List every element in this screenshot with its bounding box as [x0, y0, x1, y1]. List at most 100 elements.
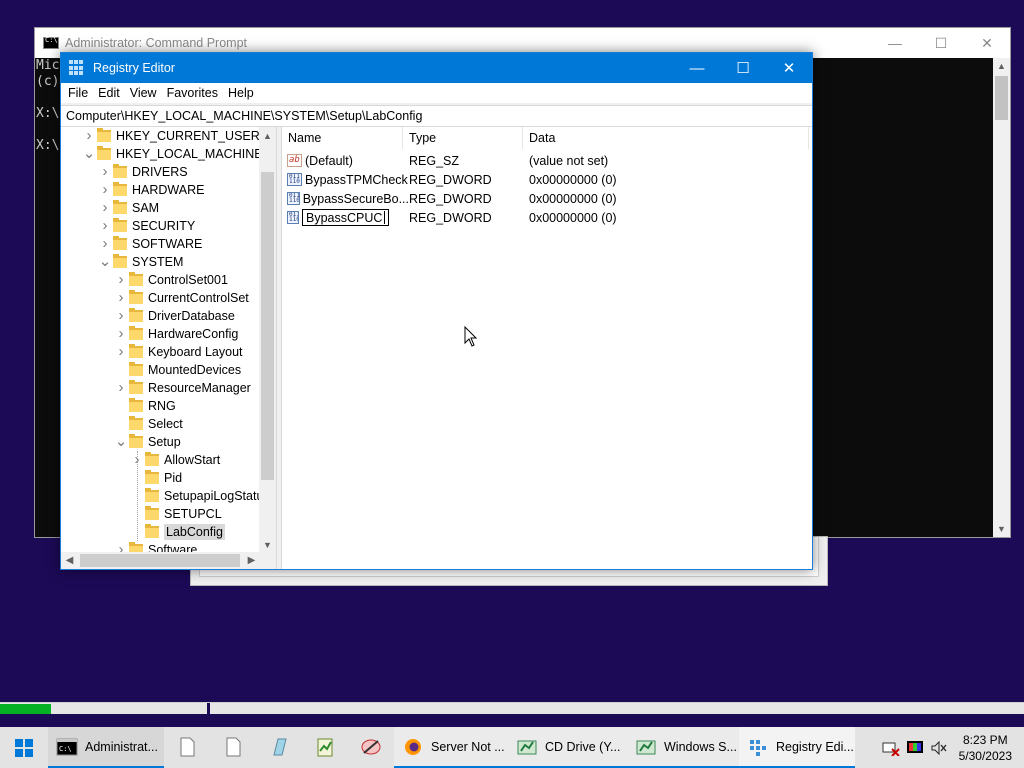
scroll-right-icon[interactable]: ▶	[243, 552, 260, 569]
value-row[interactable]: 011 110 BypassSecureBo... REG_DWORD 0x000…	[282, 189, 709, 208]
tree-node-driverdatabase[interactable]: › DriverDatabase	[113, 307, 235, 325]
tree-node-controlset001[interactable]: › ControlSet001	[113, 271, 228, 289]
glass-app-icon	[273, 738, 287, 755]
tree-node-label: DriverDatabase	[148, 309, 235, 323]
expand-chevron-icon[interactable]: ›	[113, 344, 129, 359]
folder-icon	[113, 236, 127, 250]
column-type[interactable]: Type	[403, 126, 523, 149]
tree-node-keyboard-layout[interactable]: › Keyboard Layout	[113, 343, 243, 361]
expand-chevron-icon[interactable]: ›	[113, 290, 129, 305]
taskbar-item-regedit[interactable]: Registry Edi...	[739, 727, 855, 768]
taskbar-item-cmd[interactable]: C:\ Administrat...	[48, 727, 164, 768]
cmd-maximize-button[interactable]: ☐	[918, 28, 964, 58]
regedit-minimize-button[interactable]: —	[674, 53, 720, 83]
scroll-thumb[interactable]	[995, 76, 1008, 120]
scroll-thumb[interactable]	[261, 172, 274, 480]
expand-chevron-icon[interactable]: ›	[97, 164, 113, 179]
menu-favorites[interactable]: Favorites	[162, 86, 223, 100]
tree-node-system[interactable]: ⌄ SYSTEM	[97, 253, 183, 271]
mouse-pointer-icon	[464, 326, 478, 347]
taskbar-item-file[interactable]	[210, 727, 256, 768]
cmd-scrollbar[interactable]: ▲ ▼	[993, 58, 1010, 537]
menu-file[interactable]: File	[63, 86, 93, 100]
tree-node-setup[interactable]: ⌄ Setup	[113, 433, 181, 451]
values-list[interactable]: Name Type Data ab (Default) REG_SZ (value…	[281, 126, 812, 569]
dword-value-icon: 011 110	[287, 211, 299, 224]
tree-node-setupcl[interactable]: SETUPCL	[129, 505, 222, 523]
regedit-titlebar[interactable]: Registry Editor — ☐ ✕	[61, 53, 812, 83]
tree-node-software[interactable]: › SOFTWARE	[97, 235, 202, 253]
value-row[interactable]: 011 110 BypassCPUC REG_DWORD 0x00000000 (…	[282, 208, 709, 227]
expand-chevron-icon[interactable]: ›	[97, 218, 113, 233]
clock[interactable]: 8:23 PM 5/30/2023	[951, 732, 1024, 764]
expand-chevron-icon[interactable]: ›	[113, 272, 129, 287]
color-display-icon[interactable]	[906, 740, 924, 756]
menu-edit[interactable]: Edit	[93, 86, 125, 100]
scroll-thumb[interactable]	[80, 554, 240, 567]
taskbar-item-app[interactable]	[256, 727, 302, 768]
tree-node-select[interactable]: Select	[113, 415, 183, 433]
tree-node-sam[interactable]: › SAM	[97, 199, 159, 217]
firefox-icon	[405, 738, 421, 755]
expand-chevron-icon[interactable]: ›	[113, 380, 129, 395]
taskbar-item-windows-setup[interactable]: Windows S...	[627, 727, 739, 768]
tree-vscrollbar[interactable]: ▲ ▼	[259, 127, 276, 553]
tree-hscrollbar[interactable]: ◀ ▶	[61, 552, 276, 569]
expand-chevron-icon[interactable]: ›	[97, 182, 113, 197]
tree-node-label: CurrentControlSet	[148, 291, 249, 305]
cmd-close-button[interactable]: ✕	[964, 28, 1010, 58]
taskbar-item-app[interactable]	[348, 727, 394, 768]
taskbar-item-app[interactable]	[302, 727, 348, 768]
tree-node-currentcontrolset[interactable]: › CurrentControlSet	[113, 289, 249, 307]
menu-help[interactable]: Help	[223, 86, 259, 100]
collapse-chevron-icon[interactable]: ⌄	[81, 146, 97, 161]
taskbar-item-firefox[interactable]: Server Not ...	[394, 727, 508, 768]
tree-node-hkey-current-user[interactable]: › HKEY_CURRENT_USER	[81, 127, 260, 145]
expand-chevron-icon[interactable]: ›	[113, 326, 129, 341]
tree-node-resourcemanager[interactable]: › ResourceManager	[113, 379, 251, 397]
menu-view[interactable]: View	[125, 86, 162, 100]
regedit-maximize-button[interactable]: ☐	[720, 53, 766, 83]
progress-fill	[0, 704, 52, 714]
tree-node-hardware[interactable]: › HARDWARE	[97, 181, 204, 199]
scroll-down-icon[interactable]: ▼	[993, 521, 1010, 537]
expand-chevron-icon[interactable]: ›	[113, 308, 129, 323]
regedit-close-button[interactable]: ✕	[766, 53, 812, 83]
cmd-minimize-button[interactable]: —	[872, 28, 918, 58]
value-row[interactable]: 011 110 BypassTPMCheck REG_DWORD 0x000000…	[282, 170, 709, 189]
address-bar[interactable]: Computer\HKEY_LOCAL_MACHINE\SYSTEM\Setup…	[61, 105, 812, 127]
expand-chevron-icon[interactable]: ›	[81, 128, 97, 143]
taskbar-label: Server Not ...	[431, 739, 505, 754]
taskbar-item-file[interactable]	[164, 727, 210, 768]
regedit-window[interactable]: Registry Editor — ☐ ✕ File Edit View Fav…	[60, 52, 813, 570]
scroll-up-icon[interactable]: ▲	[259, 127, 276, 144]
tree-node-security[interactable]: › SECURITY	[97, 217, 195, 235]
start-button[interactable]	[0, 727, 48, 768]
scroll-down-icon[interactable]: ▼	[259, 536, 276, 553]
expand-chevron-icon[interactable]: ›	[97, 200, 113, 215]
column-name[interactable]: Name	[282, 126, 403, 149]
network-disconnected-icon[interactable]	[882, 740, 900, 756]
tree-node-hkey-local-machine[interactable]: ⌄ HKEY_LOCAL_MACHINE	[81, 145, 263, 163]
tree-node-hardwareconfig[interactable]: › HardwareConfig	[113, 325, 238, 343]
folder-icon	[97, 146, 111, 160]
tree-node-rng[interactable]: RNG	[113, 397, 176, 415]
cd-drive-icon	[517, 740, 537, 754]
tree-node-drivers[interactable]: › DRIVERS	[97, 163, 188, 181]
taskbar-item-cd-drive[interactable]: CD Drive (Y...	[508, 727, 627, 768]
volume-muted-icon[interactable]	[930, 740, 948, 756]
tree-node-labconfig[interactable]: LabConfig	[129, 523, 225, 541]
expand-chevron-icon[interactable]: ›	[97, 236, 113, 251]
column-data[interactable]: Data	[523, 126, 809, 149]
tree-node-mounteddevices[interactable]: MountedDevices	[113, 361, 241, 379]
scroll-up-icon[interactable]: ▲	[993, 58, 1010, 74]
key-tree[interactable]: › HKEY_CURRENT_USER ⌄ HKEY_LOCAL_MACHINE › DR…	[61, 127, 277, 569]
collapse-chevron-icon[interactable]: ⌄	[97, 254, 113, 269]
collapse-chevron-icon[interactable]: ⌄	[113, 434, 129, 449]
tree-node-setupapilogstatus[interactable]: SetupapiLogStatu	[129, 487, 263, 505]
rename-input[interactable]: BypassCPUC	[302, 209, 389, 226]
scroll-left-icon[interactable]: ◀	[61, 552, 78, 569]
tree-node-allowstart[interactable]: › AllowStart	[129, 451, 220, 469]
taskbar-label: Registry Edi...	[776, 739, 854, 754]
value-row[interactable]: ab (Default) REG_SZ (value not set)	[282, 151, 709, 170]
